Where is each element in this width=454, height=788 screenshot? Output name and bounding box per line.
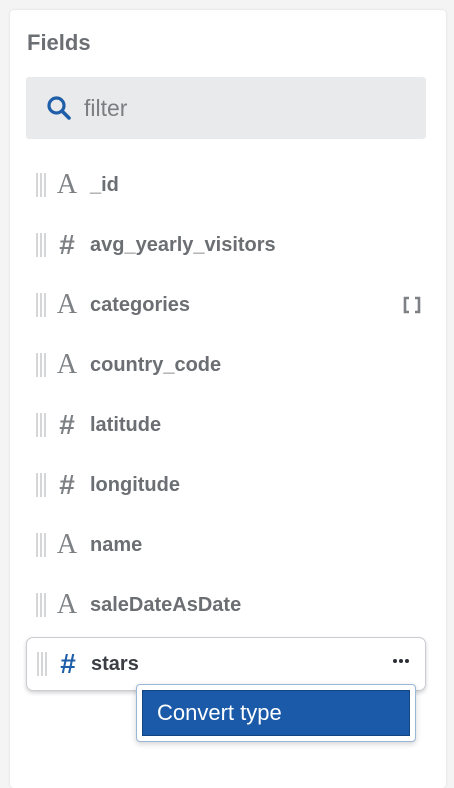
string-type-icon: A: [56, 529, 78, 560]
menu-item-convert-type[interactable]: Convert type: [142, 690, 410, 736]
field-name: _id: [90, 173, 119, 196]
search-input[interactable]: [84, 94, 384, 122]
search-box[interactable]: [26, 77, 426, 139]
panel-title: Fields: [27, 30, 91, 55]
drag-handle-icon[interactable]: [36, 293, 46, 317]
field-name: categories: [90, 293, 191, 316]
drag-handle-icon[interactable]: [36, 593, 46, 617]
field-item-country-code[interactable]: A country_code: [26, 340, 426, 390]
drag-handle-icon[interactable]: [36, 413, 46, 437]
string-type-icon: A: [56, 349, 78, 380]
field-item-longitude[interactable]: # longitude: [26, 460, 426, 510]
drag-handle-icon[interactable]: [36, 173, 46, 197]
field-name: longitude: [90, 473, 180, 496]
number-type-icon: #: [59, 469, 75, 500]
field-item-stars[interactable]: # stars: [26, 637, 426, 691]
context-menu: Convert type: [136, 684, 416, 742]
array-icon: [402, 295, 422, 315]
drag-handle-icon[interactable]: [36, 233, 46, 257]
string-type-icon: A: [56, 169, 78, 200]
number-type-icon: #: [59, 229, 75, 260]
fields-panel: Fields A _id # avg_yearly_visitors A cat…: [10, 10, 446, 788]
number-type-icon: #: [60, 648, 76, 679]
string-type-icon: A: [56, 289, 78, 320]
field-item-name[interactable]: A name: [26, 520, 426, 570]
field-item-avg-yearly-visitors[interactable]: # avg_yearly_visitors: [26, 220, 426, 270]
number-type-icon: #: [59, 409, 75, 440]
field-name: country_code: [90, 353, 222, 376]
field-name: latitude: [90, 413, 162, 436]
drag-handle-icon[interactable]: [37, 652, 47, 676]
field-name: saleDateAsDate: [90, 593, 242, 616]
string-type-icon: A: [56, 589, 78, 620]
drag-handle-icon[interactable]: [36, 533, 46, 557]
field-name: stars: [91, 652, 139, 675]
field-item-sale-date-as-date[interactable]: A saleDateAsDate: [26, 580, 426, 630]
drag-handle-icon[interactable]: [36, 473, 46, 497]
drag-handle-icon[interactable]: [36, 353, 46, 377]
field-item-latitude[interactable]: # latitude: [26, 400, 426, 450]
search-icon: [46, 95, 72, 121]
field-name: avg_yearly_visitors: [90, 233, 276, 256]
more-options-icon[interactable]: [393, 659, 409, 663]
field-name: name: [90, 533, 143, 556]
field-item-id[interactable]: A _id: [26, 160, 426, 210]
field-item-categories[interactable]: A categories: [26, 280, 426, 330]
